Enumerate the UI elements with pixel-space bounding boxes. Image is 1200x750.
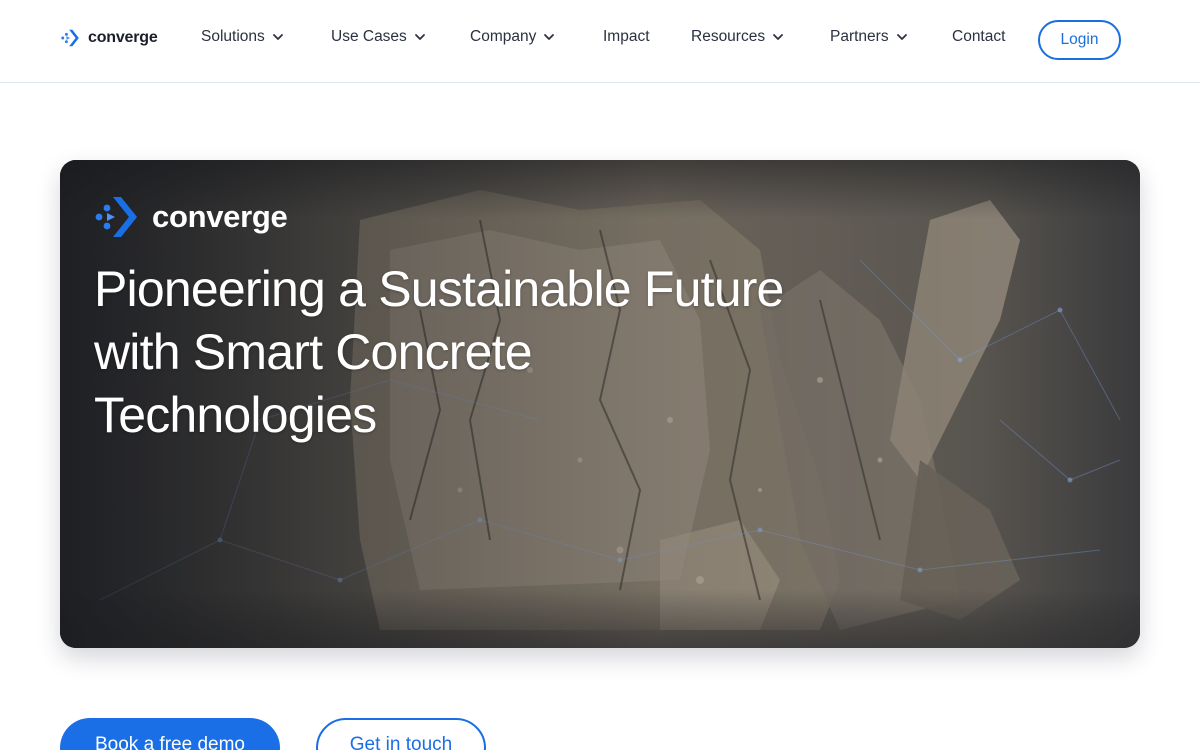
hero-title-line: with Smart Concrete [94, 324, 533, 380]
hero-banner: converge Pioneering a Sustainable Future… [60, 160, 1140, 648]
nav-label: Partners [830, 28, 889, 45]
brand-name: converge [88, 29, 158, 46]
hero-logo: converge [94, 193, 288, 241]
hero-title: Pioneering a Sustainable Future with Sma… [94, 258, 894, 447]
nav-item-solutions[interactable]: Solutions [201, 28, 285, 46]
nav-label: Resources [691, 28, 766, 45]
hero-brand-name: converge [152, 199, 288, 234]
converge-logo-icon [95, 197, 137, 237]
header-logo[interactable]: converge [60, 27, 158, 49]
site-header: converge Solutions Use Cases Company Imp… [0, 0, 1200, 83]
login-button[interactable]: Login [1038, 20, 1121, 60]
converge-logo-icon [61, 29, 79, 47]
chevron-down-icon [896, 34, 907, 40]
chevron-down-icon [272, 34, 283, 40]
get-in-touch-button[interactable]: Get in touch [316, 718, 486, 750]
nav-item-impact[interactable]: Impact [603, 28, 650, 46]
nav-label: Company [470, 28, 537, 45]
chevron-down-icon [414, 34, 425, 40]
nav-item-partners[interactable]: Partners [830, 28, 909, 46]
nav-item-contact[interactable]: Contact [952, 28, 1005, 46]
chevron-down-icon [773, 34, 783, 40]
nav-label: Solutions [201, 28, 265, 45]
book-demo-button[interactable]: Book a free demo [60, 718, 280, 750]
nav-label: Impact [603, 28, 650, 45]
hero-title-line: Pioneering a Sustainable Future [94, 261, 784, 317]
nav-item-company[interactable]: Company [470, 28, 556, 46]
nav-label: Contact [952, 28, 1006, 45]
nav-label: Use Cases [331, 28, 407, 45]
chevron-down-icon [544, 34, 555, 40]
nav-item-use-cases[interactable]: Use Cases [331, 28, 427, 46]
nav-item-resources[interactable]: Resources [691, 28, 785, 46]
hero-title-line: Technologies [94, 387, 377, 443]
